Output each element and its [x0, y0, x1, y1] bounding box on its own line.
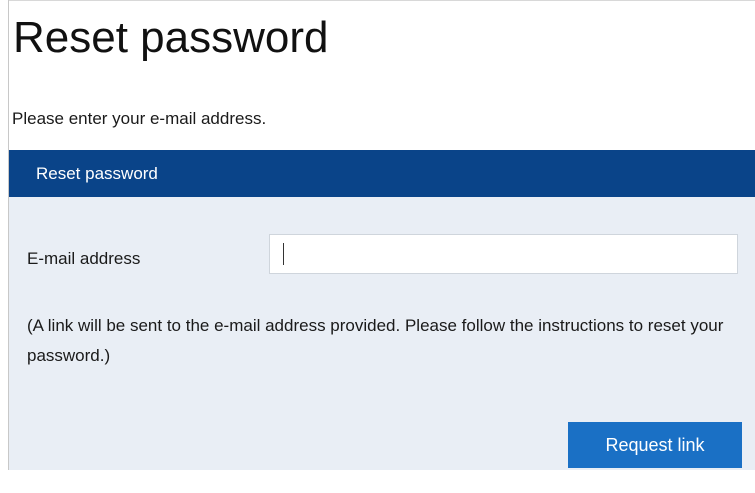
panel-header: Reset password: [9, 150, 755, 197]
email-label: E-mail address: [27, 249, 141, 268]
reset-password-page: Reset password Please enter your e-mail …: [0, 0, 755, 493]
text-cursor: [283, 243, 284, 265]
email-input[interactable]: [269, 234, 738, 274]
intro-text: Please enter your e-mail address.: [12, 109, 267, 128]
reset-password-panel: Reset password E-mail address (A link wi…: [9, 150, 755, 470]
top-divider: [8, 0, 755, 1]
request-link-button[interactable]: Request link: [568, 422, 742, 468]
help-text: (A link will be sent to the e-mail addre…: [27, 316, 724, 365]
page-title: Reset password: [13, 13, 329, 62]
